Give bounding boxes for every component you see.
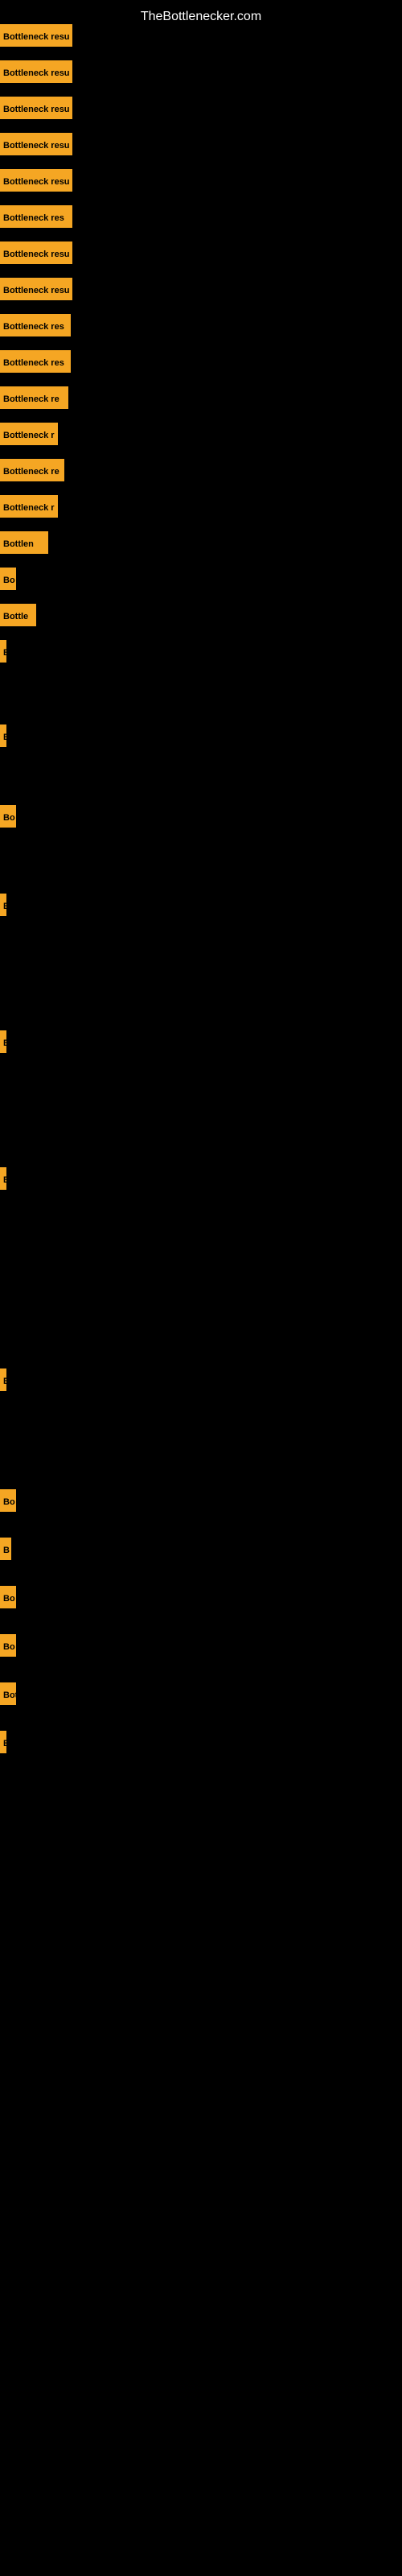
bar-row-25[interactable]: Bo [0,1489,24,1512]
bar-row-17[interactable]: Bottle [0,604,50,626]
bar-row-12[interactable]: Bottleneck r [0,423,80,445]
bar-label-12: Bottleneck r [0,423,58,445]
bar-label-14: Bottleneck r [0,495,58,518]
bar-label-2: Bottleneck resu [0,60,72,83]
bar-label-1: Bottleneck resu [0,24,72,47]
bar-row-3[interactable]: Bottleneck resu [0,97,96,119]
bar-row-9[interactable]: Bottleneck res [0,314,105,336]
bar-label-22: B [0,1030,6,1053]
bar-row-13[interactable]: Bottleneck re [0,459,87,481]
bar-label-30: B [0,1731,6,1753]
bar-row-21[interactable]: B [0,894,10,916]
bar-row-8[interactable]: Bottleneck resu [0,278,96,300]
bar-row-18[interactable]: B [0,640,10,663]
bar-label-3: Bottleneck resu [0,97,72,119]
bar-label-21: B [0,894,6,916]
bar-row-4[interactable]: Bottleneck resu [0,133,92,155]
bar-label-27: Bo [0,1586,16,1608]
bar-row-7[interactable]: Bottleneck resu [0,242,100,264]
bar-label-23: B [0,1167,6,1190]
bar-row-16[interactable]: Bo [0,568,24,590]
bar-label-29: Bot [0,1682,16,1705]
bar-row-19[interactable]: B [0,724,10,747]
bar-row-26[interactable]: B [0,1538,18,1560]
bar-row-23[interactable]: B [0,1167,10,1190]
bar-row-22[interactable]: B [0,1030,10,1053]
bar-row-1[interactable]: Bottleneck resu [0,24,105,47]
bar-label-28: Bo [0,1634,16,1657]
bar-label-5: Bottleneck resu [0,169,72,192]
bar-row-15[interactable]: Bottlen [0,531,64,554]
bar-row-14[interactable]: Bottleneck r [0,495,76,518]
bar-row-24[interactable]: B [0,1368,10,1391]
bar-row-10[interactable]: Bottleneck res [0,350,92,373]
bar-label-24: B [0,1368,6,1391]
bar-label-20: Bo [0,805,16,828]
bar-label-18: B [0,640,6,663]
bar-label-19: B [0,724,6,747]
bar-label-6: Bottleneck res [0,205,72,228]
bar-row-28[interactable]: Bo [0,1634,26,1657]
bar-label-10: Bottleneck res [0,350,71,373]
bar-row-5[interactable]: Bottleneck resu [0,169,109,192]
bar-label-16: Bo [0,568,16,590]
bar-label-26: B [0,1538,11,1560]
bar-label-25: Bo [0,1489,16,1512]
bar-row-11[interactable]: Bottleneck re [0,386,88,409]
bar-label-7: Bottleneck resu [0,242,72,264]
bar-label-9: Bottleneck res [0,314,71,336]
bar-row-30[interactable]: B [0,1731,10,1753]
bar-label-13: Bottleneck re [0,459,64,481]
bar-row-27[interactable]: Bo [0,1586,26,1608]
bar-row-20[interactable]: Bo [0,805,24,828]
bar-label-11: Bottleneck re [0,386,68,409]
bar-label-4: Bottleneck resu [0,133,72,155]
bar-label-8: Bottleneck resu [0,278,72,300]
bar-row-29[interactable]: Bot [0,1682,24,1705]
bar-row-2[interactable]: Bottleneck resu [0,60,96,83]
bar-row-6[interactable]: Bottleneck res [0,205,105,228]
bar-label-17: Bottle [0,604,36,626]
bar-label-15: Bottlen [0,531,48,554]
